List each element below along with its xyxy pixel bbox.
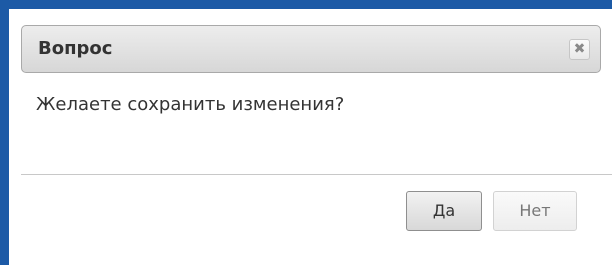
dialog-title: Вопрос xyxy=(38,38,113,59)
dialog-titlebar: Вопрос ✖ xyxy=(21,25,601,73)
yes-button[interactable]: Да xyxy=(406,191,482,231)
dialog-separator xyxy=(21,174,612,175)
no-button[interactable]: Нет xyxy=(493,191,577,231)
dialog-message: Желаете сохранить изменения? xyxy=(36,94,345,115)
question-dialog: Вопрос ✖ Желаете сохранить изменения? Да… xyxy=(12,12,612,265)
close-icon[interactable]: ✖ xyxy=(569,39,590,60)
